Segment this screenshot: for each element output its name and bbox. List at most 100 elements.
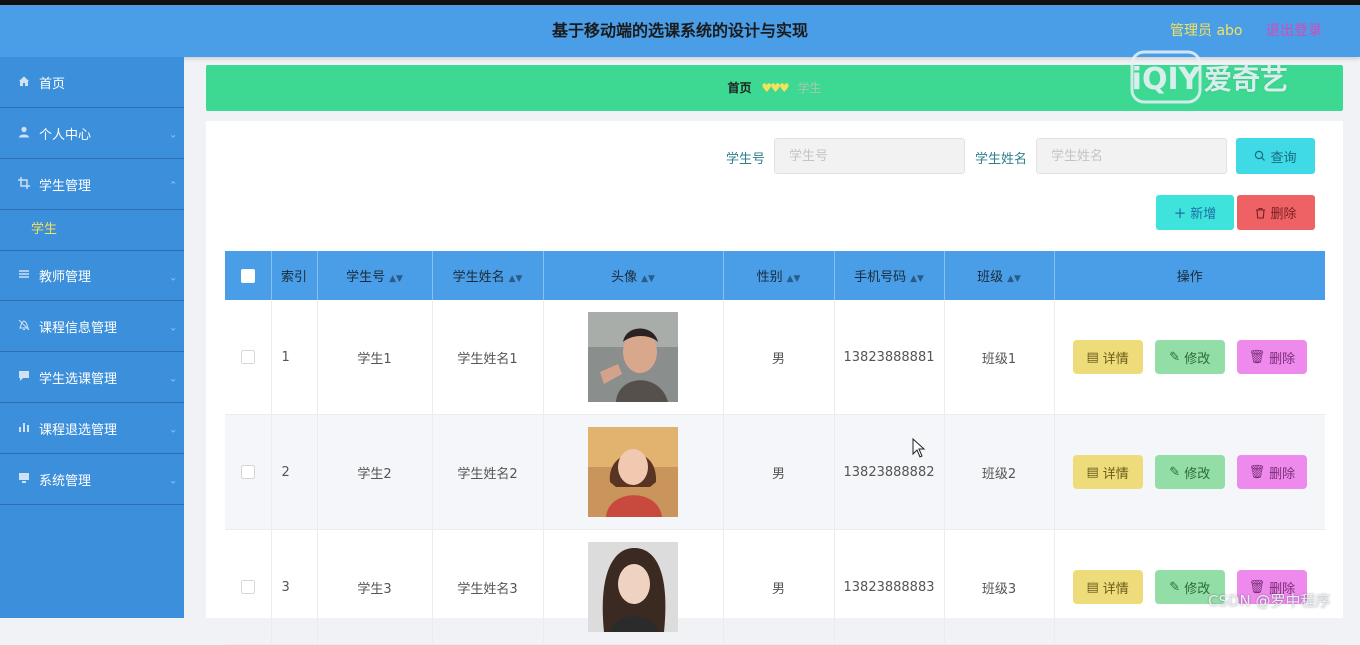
pencil-icon: ✎ xyxy=(1169,579,1181,595)
detail-button[interactable]: ▤ 详情 xyxy=(1072,340,1143,374)
column-header-student-no[interactable]: 学生号 ▲▼ xyxy=(317,251,433,300)
chevron-down-icon: ⌄ xyxy=(169,129,178,141)
cell-actions: ▤ 详情 ✎ 修改 🗑 删除 xyxy=(1054,414,1325,530)
cell-student-no: 学生2 xyxy=(317,414,433,530)
table-row: 1 学生1 学生姓名1 男 13823888881 班级1 ▤ 详情 ✎ 修改 … xyxy=(225,300,1325,415)
trash-icon xyxy=(1256,207,1266,219)
chevron-down-icon: ⌄ xyxy=(169,272,178,283)
sort-icon[interactable]: ▲▼ xyxy=(389,274,403,284)
sort-icon[interactable]: ▲▼ xyxy=(787,274,801,284)
sidebar-item-label: 首页 xyxy=(39,76,66,92)
edit-button[interactable]: ✎ 修改 xyxy=(1154,340,1225,374)
student-avatar-image xyxy=(588,427,678,517)
content-panel: 学生号 学生姓名 查询 + 新增 删除 索引 学生号▲▼ 学生姓名▲▼ 头像▲▼… xyxy=(206,121,1343,645)
table-row: 2 学生2 学生姓名2 男 13823888882 班级2 ▤ 详情 ✎ 修改 … xyxy=(225,414,1325,530)
student-no-label: 学生号 xyxy=(726,152,766,167)
sort-icon[interactable]: ▲▼ xyxy=(1007,274,1021,284)
sidebar: 首页 个人中心 ⌄ 学生管理 ⌃ 学生 教师管理 ⌄ 课程信息管理 ⌄ 学生选课… xyxy=(0,57,184,618)
delete-button[interactable]: 🗑 删除 xyxy=(1236,340,1307,374)
cell-class: 班级3 xyxy=(944,529,1055,645)
cell-gender: 男 xyxy=(723,300,835,415)
sidebar-item-course-info[interactable]: 课程信息管理 ⌄ xyxy=(0,301,184,352)
bar-chart-icon xyxy=(16,421,32,436)
cell-phone: 13823888882 xyxy=(834,414,945,530)
detail-button[interactable]: ▤ 详情 xyxy=(1072,570,1143,604)
delete-button[interactable]: 🗑 删除 xyxy=(1236,455,1307,489)
heart-separator-icon: ♥♥♥ xyxy=(761,81,789,95)
student-table: 索引 学生号 ▲▼ 学生姓名 ▲▼ 头像 ▲▼ 性别 ▲▼ 手机号码 ▲▼ 班级 ▲▼ 操作… xyxy=(225,251,1325,645)
cell-student-no: 学生3 xyxy=(317,529,433,645)
trash-icon: 🗑 xyxy=(1248,464,1266,480)
sidebar-item-teacher-management[interactable]: 教师管理 ⌄ xyxy=(0,250,184,301)
add-button[interactable]: + 新增 xyxy=(1156,195,1234,230)
watermark-text: 爱奇艺 xyxy=(1204,63,1289,96)
breadcrumb-current: 学生 xyxy=(797,81,822,95)
cell-student-name: 学生姓名2 xyxy=(432,414,544,530)
sidebar-item-student-management[interactable]: 学生管理 ⌃ xyxy=(0,159,184,210)
sort-icon[interactable]: ▲▼ xyxy=(910,274,924,284)
chevron-up-icon: ⌃ xyxy=(169,180,178,192)
sort-icon[interactable]: ▲▼ xyxy=(641,274,655,284)
search-icon xyxy=(1255,150,1266,161)
cell-index: 3 xyxy=(271,529,318,645)
document-icon: ▤ xyxy=(1086,464,1099,480)
column-header-phone[interactable]: 手机号码 ▲▼ xyxy=(834,251,945,300)
cell-phone: 13823888881 xyxy=(834,300,945,415)
monitor-icon xyxy=(16,472,32,487)
batch-delete-button[interactable]: 删除 xyxy=(1237,195,1315,230)
crop-icon xyxy=(16,176,32,192)
query-button-label: 查询 xyxy=(1270,150,1297,166)
add-button-label: 新增 xyxy=(1190,207,1217,222)
sidebar-item-course-selection[interactable]: 学生选课管理 ⌄ xyxy=(0,352,184,403)
chevron-down-icon: ⌄ xyxy=(169,373,178,385)
cell-phone: 13823888883 xyxy=(834,529,945,645)
sidebar-item-profile[interactable]: 个人中心 ⌄ xyxy=(0,108,184,159)
table-row: 3 学生3 学生姓名3 男 13823888883 班级3 ▤详情 ✎修改 xyxy=(225,529,1325,645)
cell-gender: 男 xyxy=(723,414,835,530)
sidebar-item-label: 系统管理 xyxy=(39,473,92,489)
cell-actions: ▤ 详情 ✎ 修改 🗑 删除 xyxy=(1054,529,1325,645)
sidebar-item-label: 教师管理 xyxy=(39,270,92,285)
column-header-index: 索引 xyxy=(271,251,318,300)
bell-icon xyxy=(16,319,32,334)
cell-student-no: 学生1 xyxy=(317,300,433,415)
select-all-cell xyxy=(225,251,272,300)
query-button[interactable]: 查询 xyxy=(1236,138,1315,174)
student-name-input[interactable] xyxy=(1036,138,1227,174)
pencil-icon: ✎ xyxy=(1169,349,1181,365)
cell-index: 1 xyxy=(271,300,318,415)
column-header-class[interactable]: 班级 ▲▼ xyxy=(944,251,1055,300)
chevron-down-icon: ⌄ xyxy=(169,424,178,436)
edit-button[interactable]: ✎ 修改 xyxy=(1154,455,1225,489)
plus-icon: + xyxy=(1173,203,1187,222)
document-icon: ▤ xyxy=(1086,349,1099,365)
home-icon xyxy=(16,75,32,90)
chevron-down-icon: ⌄ xyxy=(169,475,178,487)
student-no-input[interactable] xyxy=(774,138,965,174)
column-header-avatar[interactable]: 头像 ▲▼ xyxy=(543,251,724,300)
student-name-label: 学生姓名 xyxy=(975,152,1028,167)
sidebar-item-course-withdrawal[interactable]: 课程退选管理 ⌄ xyxy=(0,403,184,454)
chevron-down-icon: ⌄ xyxy=(169,322,178,334)
row-checkbox[interactable] xyxy=(240,350,255,364)
svg-text:iQIY: iQIY xyxy=(1132,62,1202,97)
document-icon: ▤ xyxy=(1086,579,1099,595)
sidebar-item-system-management[interactable]: 系统管理 ⌄ xyxy=(0,454,184,505)
cell-class: 班级1 xyxy=(944,300,1055,415)
cell-class: 班级2 xyxy=(944,414,1055,530)
cell-student-name: 学生姓名3 xyxy=(432,529,544,645)
sidebar-item-label: 课程信息管理 xyxy=(39,320,118,336)
column-header-gender[interactable]: 性别 ▲▼ xyxy=(723,251,835,300)
row-checkbox[interactable] xyxy=(240,465,255,479)
select-all-checkbox[interactable] xyxy=(240,268,255,283)
column-header-student-name[interactable]: 学生姓名 ▲▼ xyxy=(432,251,544,300)
sidebar-item-label: 学生管理 xyxy=(39,178,92,194)
breadcrumb-home[interactable]: 首页 xyxy=(728,81,752,95)
sidebar-subitem-student[interactable]: 学生 xyxy=(0,210,184,250)
row-checkbox[interactable] xyxy=(240,580,255,594)
detail-button[interactable]: ▤ 详情 xyxy=(1072,455,1143,489)
sort-icon[interactable]: ▲▼ xyxy=(509,274,523,284)
sidebar-item-home[interactable]: 首页 xyxy=(0,57,184,108)
csdn-watermark: CSDN @罗中程序 xyxy=(1208,592,1331,610)
pencil-icon: ✎ xyxy=(1169,464,1181,480)
